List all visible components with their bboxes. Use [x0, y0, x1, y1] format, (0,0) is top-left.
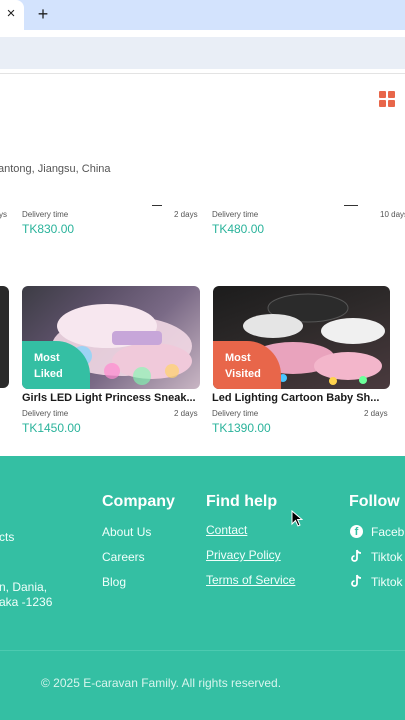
product-price: TK1450.00	[22, 421, 81, 435]
new-tab-button[interactable]: +	[34, 4, 52, 24]
tiktok-link[interactable]: Tiktok	[371, 550, 403, 564]
footer-partial-text: cts	[0, 530, 15, 544]
footer-divider	[0, 650, 405, 651]
copyright-text: © 2025 E-caravan Family. All rights rese…	[41, 676, 282, 690]
delivery-days: 2 days	[174, 409, 198, 418]
facebook-icon: f	[350, 525, 363, 538]
delivery-label: Delivery time	[22, 409, 69, 418]
product-price: TK830.00	[22, 222, 75, 236]
address-bar[interactable]	[0, 37, 405, 69]
contact-link[interactable]: Contact	[206, 523, 247, 537]
product-image[interactable]: Most Visited	[213, 286, 390, 389]
tiktok-link[interactable]: Tiktok	[371, 575, 403, 589]
product-image[interactable]: Most Liked	[22, 286, 200, 389]
company-heading: Company	[102, 493, 175, 510]
footer-address: aka -1236	[0, 595, 53, 609]
mouse-cursor-icon	[291, 509, 304, 528]
facebook-link[interactable]: Faceb	[371, 525, 404, 539]
tiktok-icon	[351, 549, 363, 563]
privacy-policy-link[interactable]: Privacy Policy	[206, 548, 281, 562]
footer-address: n, Dania,	[0, 580, 48, 594]
title-fragment	[152, 201, 162, 206]
partial-days: ys	[0, 210, 7, 219]
delivery-label: Delivery time	[212, 210, 259, 219]
product-image[interactable]	[0, 286, 9, 388]
about-us-link[interactable]: About Us	[102, 525, 151, 539]
product-price: TK1390.00	[212, 421, 271, 435]
grid-view-icon[interactable]	[379, 91, 395, 107]
product-title[interactable]: Led Lighting Cartoon Baby Sh...	[212, 392, 392, 404]
browser-tab-strip	[0, 0, 405, 30]
title-fragment	[344, 201, 358, 206]
tab-close-icon[interactable]: ×	[4, 6, 18, 22]
follow-us-heading: Follow U	[349, 493, 405, 510]
find-help-heading: Find help	[206, 493, 278, 510]
delivery-days: 2 days	[174, 210, 198, 219]
location-text: antong, Jiangsu, China	[0, 163, 111, 175]
delivery-days: 2 days	[364, 409, 388, 418]
delivery-label: Delivery time	[212, 409, 259, 418]
terms-of-service-link[interactable]: Terms of Service	[206, 573, 295, 587]
careers-link[interactable]: Careers	[102, 550, 145, 564]
product-title[interactable]: Girls LED Light Princess Sneak...	[22, 392, 202, 404]
delivery-days: 10 days	[380, 210, 405, 219]
toolbar-divider	[0, 73, 405, 74]
tiktok-icon	[351, 574, 363, 588]
product-price: TK480.00	[212, 222, 265, 236]
delivery-label: Delivery time	[22, 210, 69, 219]
blog-link[interactable]: Blog	[102, 575, 126, 589]
